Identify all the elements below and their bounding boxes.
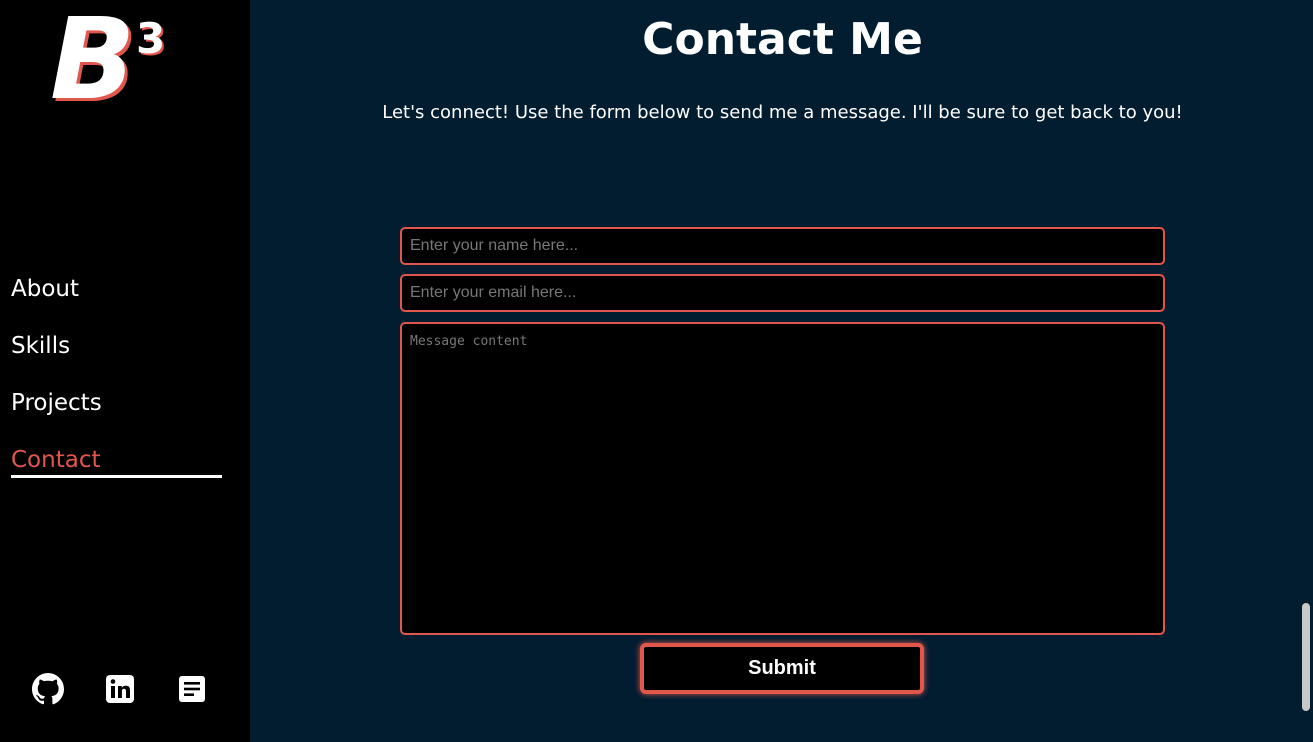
nav-item-skills[interactable]: Skills xyxy=(11,327,102,384)
name-field[interactable] xyxy=(400,227,1165,265)
nav-item-projects[interactable]: Projects xyxy=(11,384,102,441)
nav-item-about[interactable]: About xyxy=(11,270,102,327)
resume-icon[interactable] xyxy=(174,671,210,707)
contact-intro: Let's connect! Use the form below to sen… xyxy=(382,102,1183,123)
scrollbar-thumb[interactable] xyxy=(1302,603,1310,711)
submit-button[interactable]: Submit xyxy=(640,643,924,694)
linkedin-icon[interactable] xyxy=(102,671,138,707)
social-links xyxy=(30,671,210,707)
logo-letter: B xyxy=(50,0,136,125)
sidebar-nav: About Skills Projects Contact xyxy=(11,270,102,498)
logo-superscript: 3 xyxy=(136,14,166,63)
logo[interactable]: B 3 xyxy=(48,4,188,132)
active-nav-underline xyxy=(11,475,222,478)
message-field[interactable] xyxy=(400,322,1165,635)
nav-item-contact[interactable]: Contact xyxy=(11,441,102,498)
page-title: Contact Me xyxy=(642,14,923,65)
github-icon[interactable] xyxy=(30,671,66,707)
contact-section: Contact Me Let's connect! Use the form b… xyxy=(250,0,1298,742)
scrollbar[interactable] xyxy=(1298,0,1313,742)
email-field[interactable] xyxy=(400,274,1165,312)
sidebar: B 3 About Skills Projects Contact xyxy=(0,0,250,742)
